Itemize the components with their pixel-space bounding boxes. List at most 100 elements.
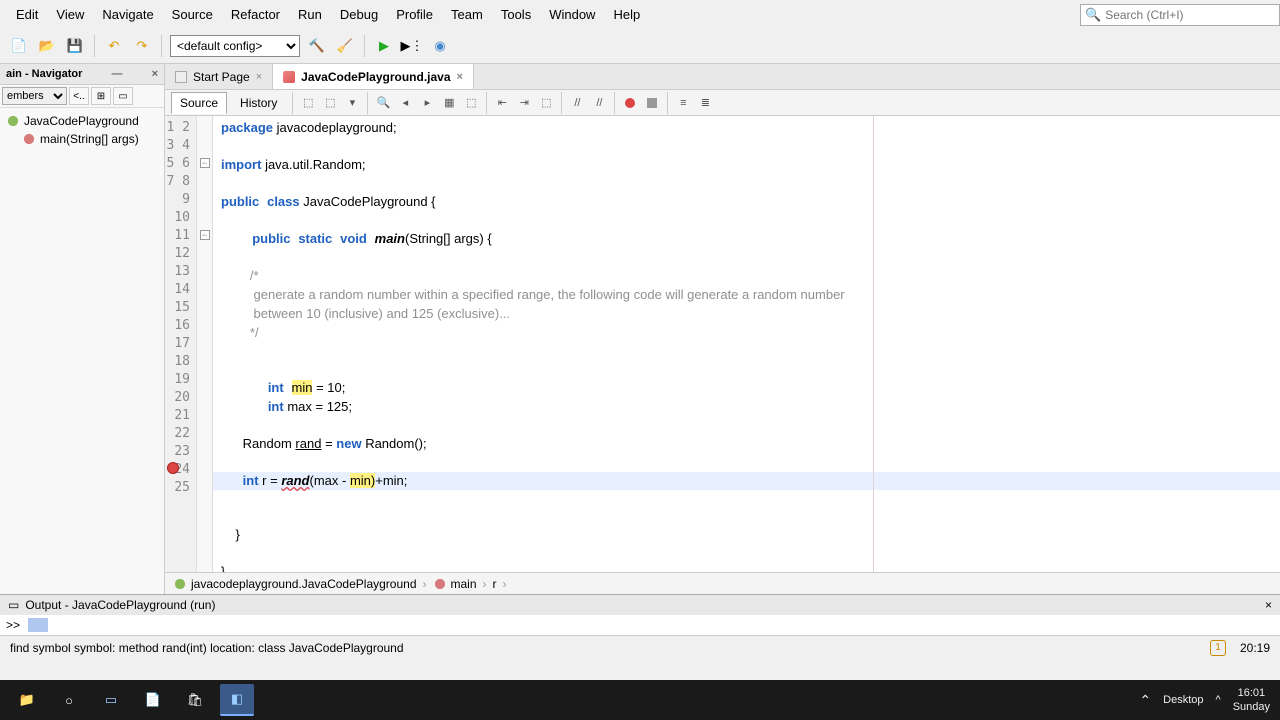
redo-icon[interactable]: ↷ [131,35,153,57]
tree-class-item[interactable]: JavaCodePlayground [2,112,162,130]
view2-icon[interactable]: ≣ [696,94,714,112]
fold-gutter: −− [197,116,213,572]
undo-icon[interactable]: ↶ [103,35,125,57]
separator [364,35,365,57]
tab-start-page[interactable]: Start Page × [165,64,273,89]
desktop-label[interactable]: Desktop [1163,694,1203,706]
code-container: 1 2 3 4 5 6 7 8 9 10 11 12 13 14 15 16 1… [165,116,1280,572]
close-icon[interactable]: × [152,68,158,80]
menu-tools[interactable]: Tools [493,4,539,25]
fold-box-icon[interactable]: − [200,230,210,240]
record-macro-icon[interactable] [621,94,639,112]
run-icon[interactable]: ▶ [373,35,395,57]
taskbar-notepad-icon[interactable]: 📄 [136,684,170,716]
next-edit-icon[interactable]: ⬚ [321,94,339,112]
editor-tabs: Start Page × JavaCodePlayground.java × [165,64,1280,90]
menu-profile[interactable]: Profile [388,4,441,25]
method-icon [433,577,447,591]
separator [161,35,162,57]
history-view[interactable]: History [231,92,286,114]
minimize-icon[interactable]: — [111,68,122,80]
find-prev-icon[interactable]: ◂ [396,94,414,112]
separator [486,92,487,114]
close-icon[interactable]: × [457,71,463,83]
stop-macro-icon[interactable] [643,94,661,112]
search-icon: 🔍 [1081,7,1105,23]
view1-icon[interactable]: ≡ [674,94,692,112]
taskbar-explorer-icon[interactable]: 📁 [10,684,44,716]
last-edit-icon[interactable]: ▾ [343,94,361,112]
macro-icon[interactable]: ⬚ [537,94,555,112]
tab-label: Start Page [193,70,250,84]
toggle-rect-icon[interactable]: ⬚ [462,94,480,112]
output-title: Output - JavaCodePlayground (run) [25,598,215,612]
prev-edit-icon[interactable]: ⬚ [299,94,317,112]
menu-window[interactable]: Window [541,4,603,25]
menu-view[interactable]: View [48,4,92,25]
uncomment-icon[interactable]: // [590,94,608,112]
taskbar-store-icon[interactable]: 🛍 [178,684,212,716]
notification-icon[interactable]: 1 [1210,640,1226,656]
class-icon [6,114,20,128]
method-icon [22,132,36,146]
profile-icon[interactable]: ◉ [429,35,451,57]
search-input[interactable] [1105,8,1265,22]
menu-refactor[interactable]: Refactor [223,4,288,25]
separator [667,92,668,114]
shift-right-icon[interactable]: ⇥ [515,94,533,112]
statusbar: find symbol symbol: method rand(int) loc… [0,635,1280,659]
editor-area: Start Page × JavaCodePlayground.java × S… [165,64,1280,594]
filter-icon[interactable]: <.. [69,87,89,105]
taskbar-clock[interactable]: 16:01 Sunday [1233,686,1270,714]
menu-navigate[interactable]: Navigate [94,4,161,25]
windows-taskbar: 📁 ○ ▭ 📄 🛍 ◧ ⌃ Desktop ^ 16:01 Sunday [0,680,1280,720]
global-search[interactable]: 🔍 [1080,4,1280,26]
menu-debug[interactable]: Debug [332,4,386,25]
menu-edit[interactable]: Edit [8,4,46,25]
output-body[interactable]: >> [0,615,1280,635]
taskbar-netbeans-icon[interactable]: ◧ [220,684,254,716]
taskbar-chrome-icon[interactable]: ○ [52,684,86,716]
fold-box-icon[interactable]: − [200,158,210,168]
find-sel-icon[interactable]: 🔍 [374,94,392,112]
view-icon[interactable]: ▭ [113,87,133,105]
save-all-icon[interactable]: 💾 [64,35,86,57]
find-next-icon[interactable]: ▸ [418,94,436,112]
close-icon[interactable]: × [1265,598,1272,612]
breadcrumb-class[interactable]: javacodeplayground.JavaCodePlayground [173,577,417,591]
tray-overflow-icon[interactable]: ⌃ [1139,692,1151,709]
tab-label: JavaCodePlayground.java [301,70,450,84]
line-gutter: 1 2 3 4 5 6 7 8 9 10 11 12 13 14 15 16 1… [165,116,197,572]
members-filter[interactable]: embers [2,87,67,105]
menu-team[interactable]: Team [443,4,491,25]
code-editor[interactable]: package javacodeplayground; import java.… [213,116,1280,572]
open-project-icon[interactable]: 📂 [36,35,58,57]
class-icon [173,577,187,591]
menu-help[interactable]: Help [605,4,648,25]
run-config-select[interactable]: <default config> [170,35,300,57]
tray-up-icon[interactable]: ^ [1216,694,1221,706]
comment-icon[interactable]: // [568,94,586,112]
main-toolbar: 📄 📂 💾 ↶ ↷ <default config> 🔨 🧹 ▶ ▶⋮ ◉ [0,28,1280,64]
error-marker-icon[interactable] [167,462,179,474]
cursor-position: 20:19 [1240,641,1270,655]
close-icon[interactable]: × [256,71,262,83]
source-view[interactable]: Source [171,92,227,114]
clean-build-icon[interactable]: 🧹 [334,35,356,57]
toggle-hl-icon[interactable]: ▦ [440,94,458,112]
sort-icon[interactable]: ⊞ [91,87,111,105]
breadcrumb-var[interactable]: r [493,577,497,591]
tab-java-file[interactable]: JavaCodePlayground.java × [273,64,474,89]
separator [614,92,615,114]
separator [94,35,95,57]
tree-method-item[interactable]: main(String[] args) [2,130,162,148]
menu-source[interactable]: Source [164,4,221,25]
menu-run[interactable]: Run [290,4,330,25]
debug-icon[interactable]: ▶⋮ [401,35,423,57]
taskbar-app-icon[interactable]: ▭ [94,684,128,716]
shift-left-icon[interactable]: ⇤ [493,94,511,112]
new-file-icon[interactable]: 📄 [8,35,30,57]
build-icon[interactable]: 🔨 [306,35,328,57]
navigator-header: ain - Navigator — × [0,64,164,85]
breadcrumb-method[interactable]: main [433,577,477,591]
